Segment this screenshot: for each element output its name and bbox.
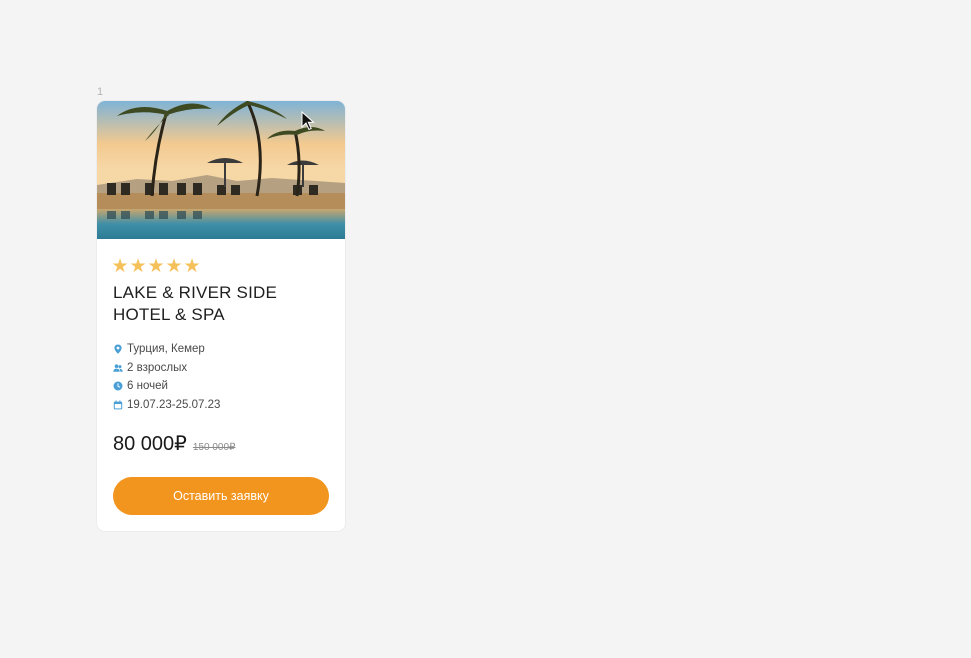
old-price: 150 000₽ bbox=[192, 442, 236, 453]
submit-request-button[interactable]: Оставить заявку bbox=[113, 477, 329, 515]
location-text: Турция, Кемер bbox=[127, 343, 205, 356]
calendar-icon bbox=[113, 400, 123, 410]
mouse-cursor-icon bbox=[301, 111, 315, 131]
hotel-card[interactable]: ★ ★ ★ ★ ★ LAKE & RIVER SIDE HOTEL & SPA … bbox=[97, 101, 345, 531]
map-pin-icon bbox=[114, 344, 122, 355]
hotel-info-list: Турция, Кемер 2 взрослых 6 ночей 19.07.2… bbox=[113, 340, 220, 414]
nights-text: 6 ночей bbox=[127, 380, 168, 393]
guests-row: 2 взрослых bbox=[113, 359, 220, 378]
dates-text: 19.07.23-25.07.23 bbox=[127, 398, 221, 411]
nights-row: 6 ночей bbox=[113, 377, 220, 396]
location-row: Турция, Кемер bbox=[113, 340, 220, 359]
guests-text: 2 взрослых bbox=[127, 361, 188, 374]
star-rating: ★ ★ ★ ★ ★ bbox=[111, 256, 201, 278]
current-price: 80 000₽ bbox=[113, 433, 187, 455]
dates-row: 19.07.23-25.07.23 bbox=[113, 396, 220, 415]
clock-icon bbox=[113, 381, 123, 391]
star-icon: ★ bbox=[183, 256, 201, 277]
people-icon bbox=[113, 364, 123, 372]
hotel-name: LAKE & RIVER SIDE HOTEL & SPA bbox=[113, 283, 278, 324]
star-icon: ★ bbox=[129, 256, 147, 277]
star-icon: ★ bbox=[147, 256, 165, 277]
card-index-label: 1 bbox=[97, 86, 104, 98]
star-icon: ★ bbox=[165, 256, 183, 277]
star-icon: ★ bbox=[111, 256, 129, 277]
price-block: 80 000₽ 150 000₽ bbox=[113, 431, 235, 456]
